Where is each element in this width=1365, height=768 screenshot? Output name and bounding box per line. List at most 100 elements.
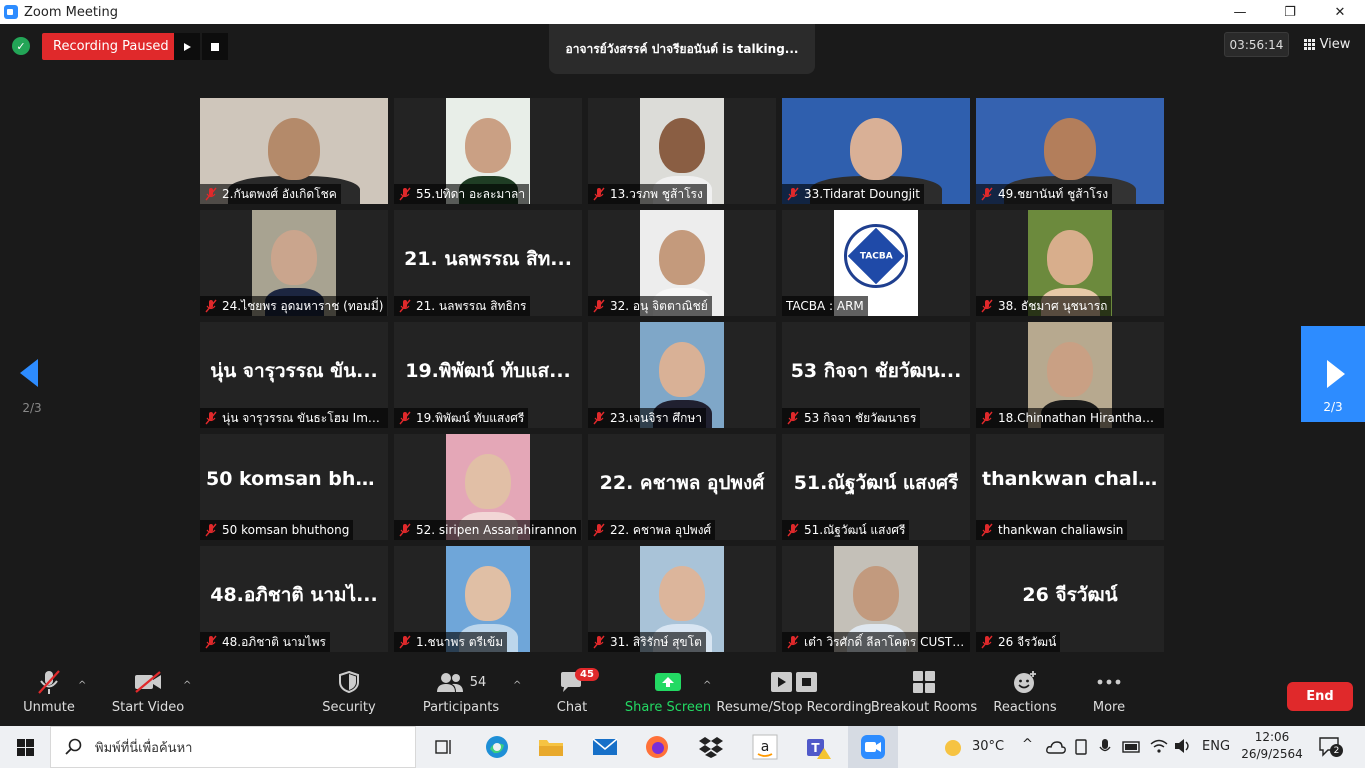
wifi-icon[interactable]	[1150, 738, 1168, 754]
participant-display-name: 50 komsan bhu...	[206, 468, 388, 490]
unmute-button[interactable]: Unmute	[18, 664, 80, 726]
encryption-shield-icon[interactable]: ✓	[12, 37, 30, 55]
participant-tile[interactable]: นุ่น จารุวรรณ ขัน... นุ่น จารุวรรณ ขันธะโ…	[200, 322, 388, 428]
file-explorer-app[interactable]	[526, 726, 576, 768]
start-button[interactable]	[0, 726, 50, 768]
resume-stop-recording-button[interactable]: Resume/Stop Recording	[716, 664, 872, 726]
participant-tile[interactable]: 18.Chinnathan Hiranthanaku...	[976, 322, 1164, 428]
muted-mic-icon	[205, 523, 217, 537]
participants-options-caret[interactable]: ^	[513, 680, 521, 691]
share-screen-button[interactable]: Share Screen	[625, 664, 711, 726]
participant-name: 2.กันตพงศ์ อังเกิดโชค	[222, 186, 337, 201]
muted-mic-icon	[399, 635, 411, 649]
participants-button[interactable]: 54 Participants	[420, 664, 502, 726]
participant-name: 24.ไชยพร อุดมหาราช (ทอมมี่)	[222, 298, 384, 313]
participant-tile[interactable]: 23.เจนจิรา ศึกษา	[588, 322, 776, 428]
taskbar-clock[interactable]: 12:06 26/9/2564	[1236, 729, 1308, 763]
end-meeting-button[interactable]: End	[1287, 682, 1353, 711]
notification-center-button[interactable]: 2	[1318, 736, 1343, 758]
breakout-rooms-button[interactable]: Breakout Rooms	[871, 664, 977, 726]
participant-tile[interactable]: 13.วรภพ ชูส้าโรง	[588, 98, 776, 204]
close-button[interactable]: ✕	[1315, 0, 1365, 24]
recording-status: Recording Paused	[42, 33, 174, 60]
participant-display-name: 53 กิจจา ชัยวัฒน...	[790, 360, 962, 382]
taskbar-search[interactable]: พิมพ์ที่นี่เพื่อค้นหา	[50, 726, 416, 768]
participants-count: 54	[469, 674, 487, 690]
participant-tile[interactable]: 24.ไชยพร อุดมหาราช (ทอมมี่)	[200, 210, 388, 316]
participant-tile[interactable]: 32. อนุ จิตตาณิชย์	[588, 210, 776, 316]
audio-options-caret[interactable]: ^	[78, 680, 86, 691]
participant-tile[interactable]: 26 จีรวัฒน์ 26 จีรวัฒน์	[976, 546, 1164, 652]
battery-icon[interactable]	[1122, 740, 1142, 754]
task-view-button[interactable]	[418, 726, 468, 768]
start-video-button[interactable]: Start Video	[110, 664, 186, 726]
participant-tile[interactable]: 49.ชยานันท์ ชูส้าโรง	[976, 98, 1164, 204]
next-page-button[interactable]: 2/3	[1301, 326, 1365, 422]
participant-tile[interactable]: 2.กันตพงศ์ อังเกิดโชค	[200, 98, 388, 204]
participant-tile[interactable]: 48.อภิชาติ นามไ... 48.อภิชาติ นามไพร	[200, 546, 388, 652]
minimize-button[interactable]: —	[1215, 0, 1265, 24]
page-indicator-right: 2/3	[1323, 400, 1343, 414]
amazon-app[interactable]: a	[740, 726, 790, 768]
dropbox-app[interactable]	[686, 726, 736, 768]
folder-icon	[539, 740, 563, 756]
participant-tile[interactable]: 21. นลพรรณ สิท... 21. นลพรรณ สิทธิกร	[394, 210, 582, 316]
participant-tile[interactable]: 31. สิริรักษ์ สุขโต	[588, 546, 776, 652]
play-icon	[184, 42, 191, 51]
task-view-icon	[435, 740, 451, 754]
participant-tile[interactable]: 50 komsan bhu... 50 komsan bhuthong	[200, 434, 388, 540]
participant-tile[interactable]: 38. ธัชมาศ นุชนารถ	[976, 210, 1164, 316]
participant-name: 19.พิพัฒน์ ทับแสงศรี	[416, 410, 525, 425]
participant-tile[interactable]: 1.ชนาพร ตรีเข้ม	[394, 546, 582, 652]
participant-name: 23.เจนจิรา ศึกษา	[610, 410, 702, 425]
participant-tile[interactable]: 33.Tidarat Doungjit	[782, 98, 970, 204]
participant-name: นุ่น จารุวรรณ ขันธะโฮม Imp...	[222, 410, 384, 425]
security-button[interactable]: Security	[318, 664, 380, 726]
search-icon	[65, 738, 82, 755]
resume-stop-recording-icon	[771, 672, 817, 692]
participant-name-bar: 23.เจนจิรา ศึกษา	[588, 408, 706, 428]
volume-icon[interactable]	[1174, 738, 1192, 754]
device-icon[interactable]	[1074, 739, 1088, 755]
muted-mic-icon	[593, 523, 605, 537]
mail-app[interactable]	[580, 726, 630, 768]
participant-name: 33.Tidarat Doungjit	[804, 187, 920, 201]
zoom-app[interactable]	[848, 726, 898, 768]
participant-tile[interactable]: 53 กิจจา ชัยวัฒน... 53 กิจจา ชัยวัฒนาธร	[782, 322, 970, 428]
stop-recording-button[interactable]	[202, 33, 228, 60]
participant-tile[interactable]: 22. คชาพล อุปพงศ์ 22. คชาพล อุปพงศ์	[588, 434, 776, 540]
participant-tile[interactable]: TACBA TACBA : ARM	[782, 210, 970, 316]
participant-tile[interactable]: 51.ณัฐวัฒน์ แสงศรี 51.ณัฐวัฒน์ แสงศรี	[782, 434, 970, 540]
firefox-app[interactable]	[632, 726, 682, 768]
participant-name: 52. siripen Assarahirannon	[416, 523, 577, 537]
chat-button[interactable]: 45 Chat	[548, 664, 599, 726]
participant-tile[interactable]: thankwan chali... thankwan chaliawsin	[976, 434, 1164, 540]
more-button[interactable]: More	[1084, 664, 1134, 726]
resume-recording-button[interactable]	[174, 33, 200, 60]
right-arrow-icon	[1327, 360, 1345, 388]
muted-mic-icon	[399, 187, 411, 201]
microphone-tray-icon[interactable]	[1098, 738, 1112, 756]
muted-mic-icon	[981, 299, 993, 313]
participant-tile[interactable]: เต๋า วิรศักดิ์ ลีลาโคตร CUSTO...	[782, 546, 970, 652]
video-off-icon	[135, 671, 161, 693]
teams-app[interactable]: T	[794, 726, 844, 768]
previous-page-button[interactable]: 2/3	[14, 356, 48, 420]
maximize-button[interactable]: ❐	[1265, 0, 1315, 24]
participant-tile[interactable]: 19.พิพัฒน์ ทับแส... 19.พิพัฒน์ ทับแสงศรี	[394, 322, 582, 428]
video-options-caret[interactable]: ^	[183, 680, 191, 691]
participant-tile[interactable]: 52. siripen Assarahirannon	[394, 434, 582, 540]
input-language[interactable]: ENG	[1202, 739, 1230, 754]
reactions-button[interactable]: Reactions	[993, 664, 1057, 726]
participant-name-bar: เต๋า วิรศักดิ์ ลีลาโคตร CUSTO...	[782, 632, 970, 652]
share-options-caret[interactable]: ^	[703, 680, 711, 691]
participant-name-bar: 33.Tidarat Doungjit	[782, 184, 924, 204]
show-hidden-icons-button[interactable]: ^	[1022, 737, 1033, 752]
edge-app[interactable]	[472, 726, 522, 768]
view-button[interactable]: View	[1299, 32, 1355, 57]
left-arrow-icon	[20, 359, 38, 387]
participant-tile[interactable]: 55.ปทิดา อะละมาลา	[394, 98, 582, 204]
onedrive-cloud-icon[interactable]	[1046, 739, 1066, 755]
participant-name-bar: 22. คชาพล อุปพงศ์	[588, 520, 716, 540]
muted-mic-icon	[399, 299, 411, 313]
